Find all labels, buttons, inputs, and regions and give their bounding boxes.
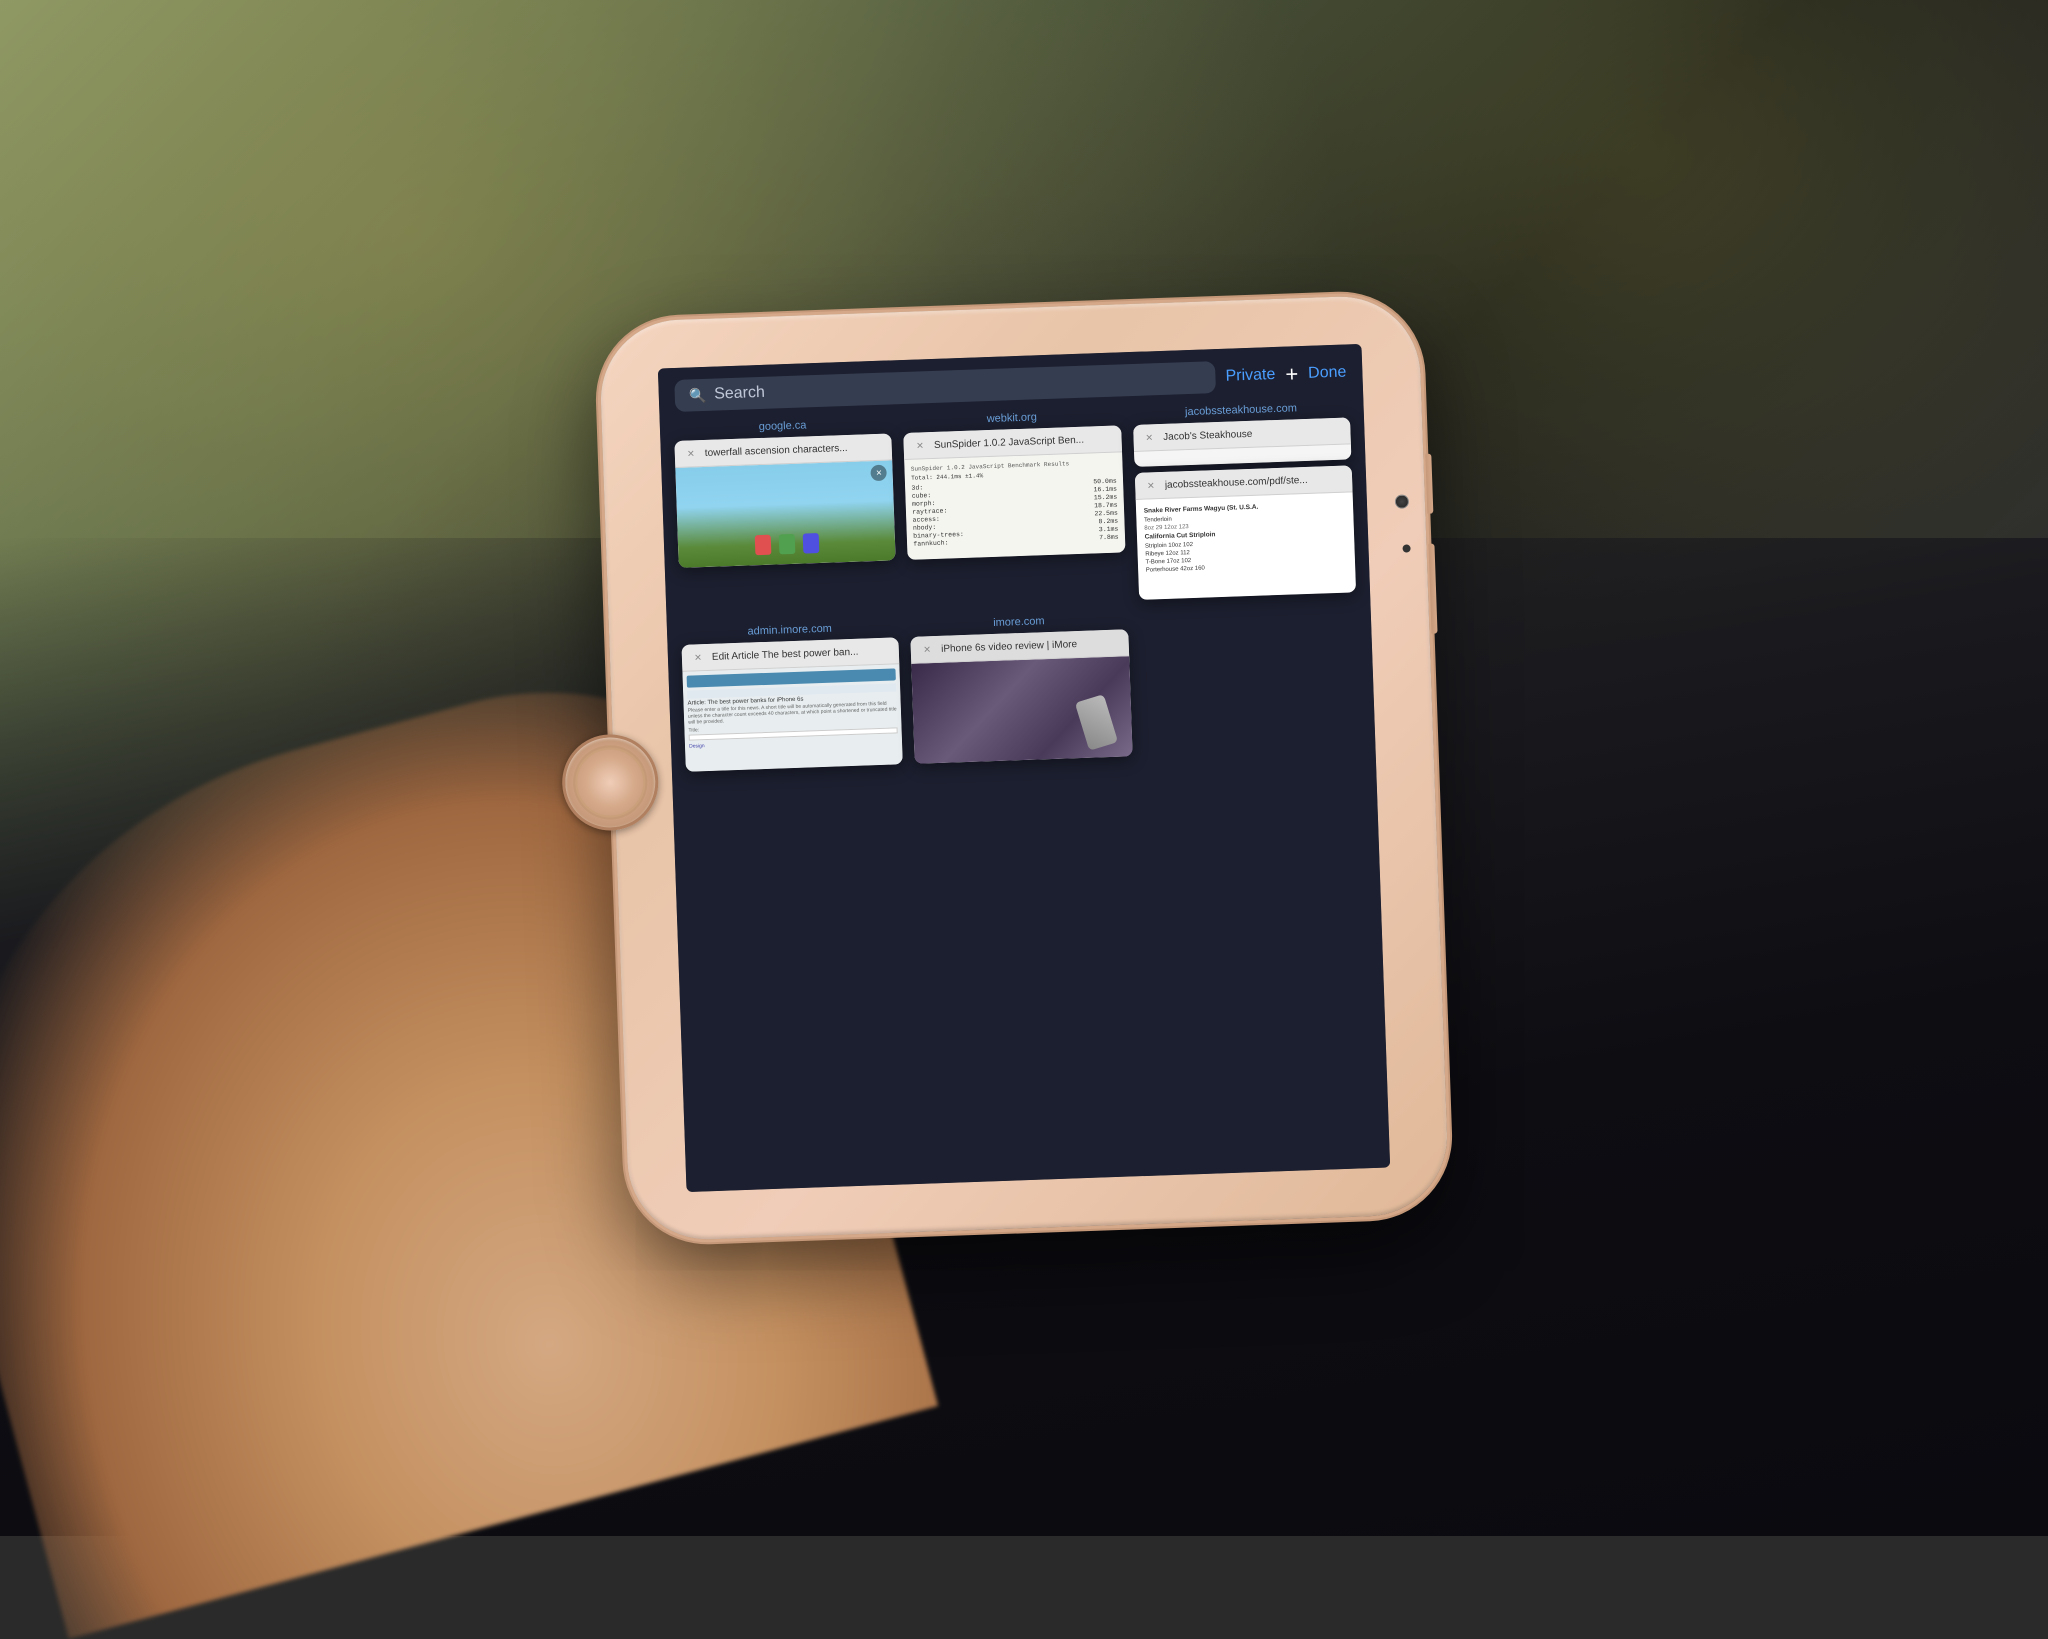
char-green [778,534,795,555]
tab4-close-button[interactable]: × [690,649,707,666]
tab1-game-preview: × [675,460,896,568]
private-button[interactable]: Private [1225,366,1275,386]
game-characters [754,533,819,555]
safari-tab-switcher: 🔍 Search Private + Done google.ca × [658,344,1390,1192]
tab2-content: SunSpider 1.0.2 JavaScript Benchmark Res… [905,452,1126,560]
char-red [754,535,771,556]
iphone-device: 🔍 Search Private + Done google.ca × [598,294,1450,1242]
iphone-screen: 🔍 Search Private + Done google.ca × [658,344,1390,1192]
tab5-close-button[interactable]: × [919,641,936,658]
tab-column-3: jacobssteakhouse.com × Jacob's Steakhous… [1126,396,1362,604]
tab2-title: SunSpider 1.0.2 JavaScript Ben... [934,433,1114,450]
tab3-title: Jacob's Steakhouse [1163,425,1343,442]
tab3-card-pdf[interactable]: × jacobssteakhouse.com/pdf/ste... Snake … [1134,465,1356,600]
tab3-pdf-close-button[interactable]: × [1143,477,1160,494]
tab-grid-row2: admin.imore.com × Edit Article The best … [667,596,1376,780]
tab5-url: imore.com [993,615,1045,629]
char-blue [802,533,819,554]
tab3-url: jacobssteakhouse.com [1185,402,1297,418]
tab3-pdf-title: jacobssteakhouse.com/pdf/ste... [1165,473,1345,490]
tab4-admin-preview: Article: The best power banks for iPhone… [682,664,903,772]
tab4-url: admin.imore.com [747,623,832,638]
flash-dot [1402,544,1410,552]
search-input-label: Search [714,384,765,404]
home-button-ring [574,746,646,818]
tab1-close-button[interactable]: × [683,445,700,462]
add-tab-button[interactable]: + [1285,361,1299,387]
tab5-content [912,656,1133,764]
tab1-content: × [675,460,896,568]
done-button[interactable]: Done [1308,364,1347,383]
tab3-pdf-content: Snake River Farms Wagyu (St. U.S.A. Tend… [1135,492,1356,600]
tab3-close-button[interactable]: × [1141,429,1158,446]
tab-grid-row1: google.ca × towerfall ascension characte… [660,396,1371,620]
tab1-content-close[interactable]: × [871,465,888,482]
tab4-title: Edit Article The best power ban... [712,645,892,662]
tab2-card[interactable]: × SunSpider 1.0.2 JavaScript Ben... SunS… [904,425,1126,560]
tab1-url: google.ca [759,419,807,433]
tab5-video-preview [912,656,1133,764]
tab4-card[interactable]: × Edit Article The best power ban... Art… [681,637,903,772]
tab-column-1: google.ca × towerfall ascension characte… [668,412,904,620]
tab5-title: iPhone 6s video review | iMore [941,637,1121,654]
tab4-content: Article: The best power banks for iPhone… [682,664,903,772]
tab5-card[interactable]: × iPhone 6s video review | iMore [911,629,1133,764]
tab-column-6-empty [1133,600,1367,760]
tab1-title: towerfall ascension characters... [705,441,885,458]
tab2-benchmark-preview: SunSpider 1.0.2 JavaScript Benchmark Res… [905,452,1126,560]
tab2-url: webkit.org [987,411,1038,425]
tab-column-5: imore.com × iPhone 6s video review | iMo… [904,608,1138,768]
camera-dot [1395,494,1409,508]
tab3-steak-preview: Snake River Farms Wagyu (St. U.S.A. Tend… [1135,492,1356,600]
iphone-body: 🔍 Search Private + Done google.ca × [598,294,1450,1242]
tab-column-2: webkit.org × SunSpider 1.0.2 JavaScript … [897,404,1133,612]
tab-column-4: admin.imore.com × Edit Article The best … [675,616,909,776]
tab1-card[interactable]: × towerfall ascension characters... × [674,433,896,568]
search-icon: 🔍 [688,386,706,404]
tab2-close-button[interactable]: × [912,437,929,454]
tab3-card-main[interactable]: × Jacob's Steakhouse [1133,417,1352,467]
